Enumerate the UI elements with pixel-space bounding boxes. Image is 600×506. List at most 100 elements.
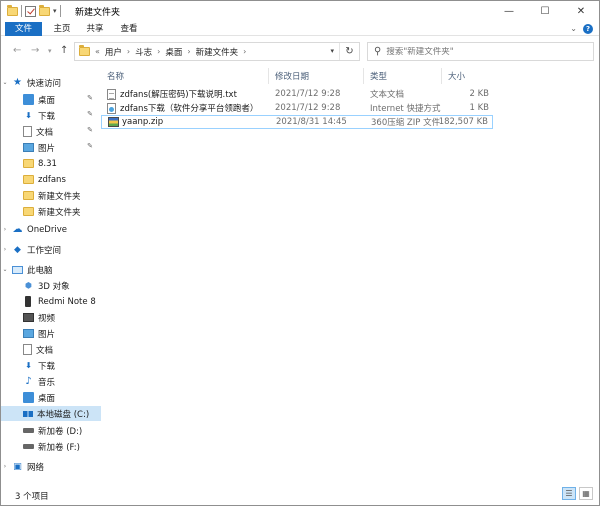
- sidebar-item-label: 视频: [38, 313, 56, 324]
- expand-arrow-icon[interactable]: ›: [1, 246, 9, 253]
- sidebar-item-downloads-pc[interactable]: ⬇ 下载: [1, 358, 101, 373]
- download-icon: ⬇: [25, 361, 32, 370]
- pin-icon: ✎: [87, 142, 93, 150]
- large-icons-view-icon[interactable]: ▦: [579, 487, 593, 500]
- sidebar-item-quick-access[interactable]: ⌄ ★ 快速访问: [1, 75, 101, 90]
- sidebar-item-documents-pc[interactable]: 文档: [1, 342, 101, 357]
- sidebar-item-videos[interactable]: 视频: [1, 310, 101, 325]
- column-header-size[interactable]: 大小: [442, 68, 490, 84]
- expand-arrow-icon[interactable]: ⌄: [1, 266, 9, 273]
- file-name-cell: zdfans下载（软件分享平台领跑者）: [107, 102, 258, 114]
- search-box[interactable]: ⚲: [367, 42, 594, 61]
- sidebar-item-new-folder-2[interactable]: 新建文件夹: [1, 204, 101, 219]
- expand-arrow-icon[interactable]: ›: [1, 463, 9, 470]
- sidebar-item-network[interactable]: › ▣ 网络: [1, 459, 101, 474]
- breadcrumb-desktop[interactable]: 桌面: [165, 46, 182, 58]
- ribbon-tabs: 文件 主页 共享 查看 ⌄ ?: [1, 22, 599, 36]
- windows-drive-icon: [23, 410, 33, 417]
- minimize-button[interactable]: —: [491, 1, 527, 22]
- star-icon: ★: [13, 77, 22, 88]
- toolbar-divider: [59, 5, 61, 17]
- folder-icon: [79, 45, 90, 56]
- up-arrow-icon[interactable]: ↑: [60, 45, 68, 56]
- properties-icon[interactable]: [25, 5, 36, 17]
- tab-file[interactable]: 文件: [5, 22, 42, 36]
- expand-arrow-icon[interactable]: ⌄: [1, 79, 9, 86]
- chevron-right-icon[interactable]: ›: [127, 47, 130, 56]
- sidebar-item-documents[interactable]: 文档 ✎: [1, 124, 101, 139]
- file-name: yaanp.zip: [122, 117, 164, 127]
- tab-home[interactable]: 主页: [48, 22, 76, 36]
- sidebar-item-local-disk-c[interactable]: 本地磁盘 (C:): [1, 406, 101, 421]
- help-icon[interactable]: ?: [583, 24, 593, 34]
- sidebar-item-redmi-note-8[interactable]: Redmi Note 8: [1, 294, 101, 309]
- chevron-right-icon[interactable]: ›: [157, 47, 160, 56]
- file-date: 2021/7/12 9:28: [275, 89, 341, 99]
- item-count: 3 个项目: [15, 492, 49, 502]
- sidebar-item-label: 新加卷 (D:): [38, 426, 83, 437]
- sidebar-item-folder-8-31[interactable]: 8.31: [1, 156, 101, 171]
- refresh-button[interactable]: ↻: [339, 43, 359, 60]
- breadcrumb-current-folder[interactable]: 新建文件夹: [196, 46, 239, 58]
- sidebar-item-label: 新建文件夹: [38, 207, 81, 218]
- close-button[interactable]: ✕: [563, 1, 599, 22]
- file-type: 文本文档: [370, 90, 405, 100]
- drive-icon: [23, 428, 34, 433]
- breadcrumb-user[interactable]: 斗志: [135, 46, 152, 58]
- sidebar-item-volume-f[interactable]: 新加卷 (F:): [1, 439, 101, 454]
- back-arrow-icon[interactable]: ←: [13, 45, 21, 56]
- column-header-name[interactable]: 名称: [101, 68, 269, 84]
- address-bar[interactable]: « 用户 › 斗志 › 桌面 › 新建文件夹 › ▾ ↻: [74, 42, 360, 61]
- column-header-date[interactable]: 修改日期: [269, 68, 364, 84]
- expand-arrow-icon[interactable]: ›: [1, 226, 9, 233]
- expand-ribbon-icon[interactable]: ⌄: [570, 24, 577, 34]
- file-type: Internet 快捷方式: [370, 104, 441, 114]
- tab-share[interactable]: 共享: [81, 22, 109, 36]
- file-date: 2021/7/12 9:28: [275, 103, 341, 113]
- table-row[interactable]: yaanp.zip 2021/8/31 14:45 360压缩 ZIP 文件 1…: [101, 115, 493, 129]
- sidebar-item-downloads[interactable]: ⬇ 下载 ✎: [1, 108, 101, 123]
- file-name-cell: zdfans(解压密码)下载说明.txt: [107, 88, 237, 100]
- chevron-right-icon[interactable]: ›: [187, 47, 190, 56]
- folder-icon: [23, 175, 34, 184]
- pin-icon: ✎: [87, 94, 93, 102]
- table-row[interactable]: zdfans(解压密码)下载说明.txt 2021/7/12 9:28 文本文档…: [101, 87, 493, 101]
- maximize-button[interactable]: ☐: [527, 1, 563, 22]
- breadcrumb-users[interactable]: 用户: [105, 46, 122, 58]
- download-icon: ⬇: [25, 111, 32, 120]
- chevron-right-icon[interactable]: ›: [243, 47, 246, 56]
- folder-icon: [7, 4, 18, 16]
- pin-icon: ✎: [87, 110, 93, 118]
- sidebar-item-label: 新加卷 (F:): [38, 442, 80, 453]
- forward-arrow-icon[interactable]: →: [31, 45, 39, 56]
- table-row[interactable]: zdfans下载（软件分享平台领跑者） 2021/7/12 9:28 Inter…: [101, 101, 493, 115]
- sidebar-item-volume-d[interactable]: 新加卷 (D:): [1, 423, 101, 438]
- quick-access-toolbar: ▾: [7, 4, 61, 17]
- sidebar-item-music[interactable]: ♪ 音乐: [1, 374, 101, 389]
- sidebar-item-pictures-pc[interactable]: 图片: [1, 326, 101, 341]
- recent-locations-icon[interactable]: ▾: [48, 47, 52, 55]
- cube-icon: ⬢: [25, 281, 32, 290]
- sidebar-item-3d-objects[interactable]: ⬢ 3D 对象: [1, 278, 101, 293]
- navigation-pane: ⌄ ★ 快速访问 桌面 ✎ ⬇ 下载 ✎ 文档 ✎ 图片 ✎ 8.31 zdfa…: [1, 65, 101, 481]
- sidebar-item-label: 文档: [36, 345, 54, 356]
- new-folder-icon[interactable]: [39, 4, 50, 16]
- chevron-down-icon[interactable]: ▾: [53, 7, 57, 15]
- window-title: 新建文件夹: [75, 8, 121, 18]
- details-view-icon[interactable]: ☰: [562, 487, 576, 500]
- sidebar-item-onedrive[interactable]: › ☁ OneDrive: [1, 222, 101, 237]
- sidebar-item-label: 网络: [27, 462, 45, 473]
- sidebar-item-desktop[interactable]: 桌面 ✎: [1, 92, 101, 107]
- sidebar-item-new-folder-1[interactable]: 新建文件夹: [1, 188, 101, 203]
- sidebar-item-workspace[interactable]: › ◆ 工作空间: [1, 242, 101, 257]
- sidebar-item-pictures[interactable]: 图片 ✎: [1, 140, 101, 155]
- tab-view[interactable]: 查看: [115, 22, 143, 36]
- search-input[interactable]: [386, 46, 577, 57]
- file-name-cell: yaanp.zip: [108, 117, 163, 127]
- overflow-crumb[interactable]: «: [95, 47, 100, 56]
- sidebar-item-desktop-pc[interactable]: 桌面: [1, 390, 101, 405]
- column-header-type[interactable]: 类型: [364, 68, 442, 84]
- address-dropdown-icon[interactable]: ▾: [330, 47, 334, 55]
- sidebar-item-zdfans[interactable]: zdfans: [1, 172, 101, 187]
- sidebar-item-this-pc[interactable]: ⌄ 此电脑: [1, 262, 101, 277]
